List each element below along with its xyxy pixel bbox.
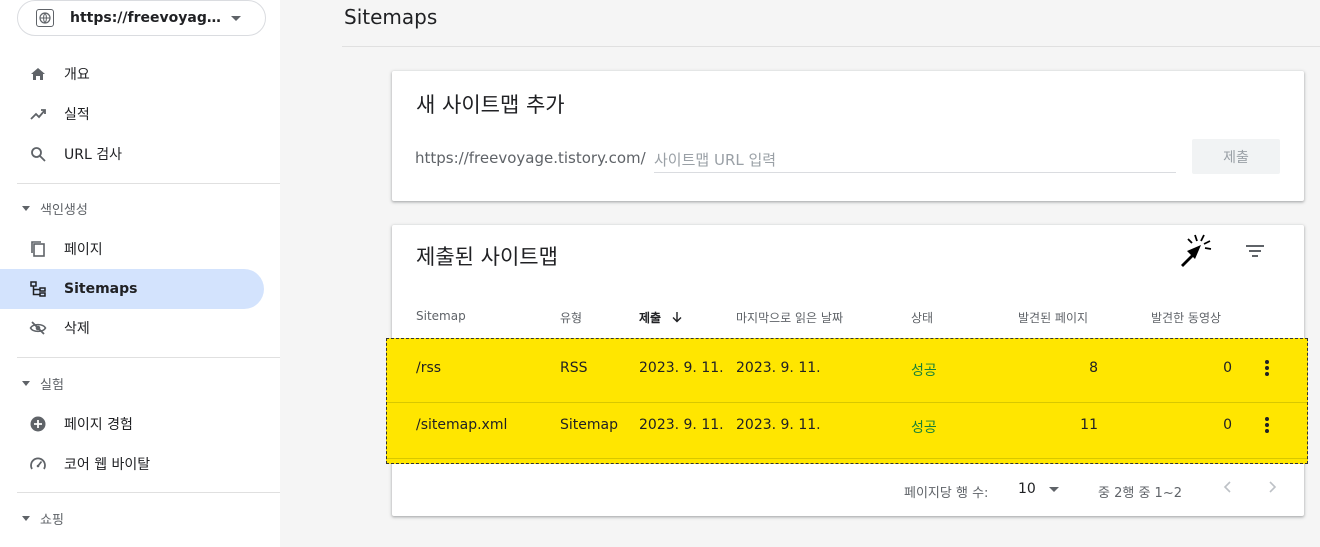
property-url: https://freevoyage.t... <box>70 10 221 26</box>
search-icon <box>28 144 48 164</box>
cell-type: Sitemap <box>560 417 618 433</box>
chevron-down-icon <box>231 15 241 21</box>
cell-videos: 0 <box>1223 417 1232 433</box>
cell-last-read: 2023. 9. 11. <box>736 417 821 433</box>
cell-status: 성공 <box>911 363 937 379</box>
speedometer-icon <box>28 454 48 474</box>
nav-overview-label: 개요 <box>64 67 90 83</box>
col-discovered-videos[interactable]: 발견한 동영상 <box>1151 309 1221 326</box>
cell-submitted: 2023. 9. 11. <box>639 360 724 376</box>
cell-videos: 0 <box>1223 360 1232 376</box>
col-discovered-pages[interactable]: 발견된 페이지 <box>1018 309 1088 326</box>
add-sitemap-card: 새 사이트맵 추가 https://freevoyage.tistory.com… <box>392 71 1304 201</box>
sidebar: https://freevoyage.t... 개요 실적 URL 검사 색인생… <box>0 0 280 547</box>
cursor-click-icon <box>1181 234 1212 267</box>
chevron-down-icon[interactable] <box>1049 487 1059 492</box>
add-sitemap-title: 새 사이트맵 추가 <box>416 93 565 117</box>
col-type[interactable]: 유형 <box>560 309 582 326</box>
divider <box>17 492 280 493</box>
cell-type: RSS <box>560 360 588 376</box>
arrow-down-icon <box>672 312 682 323</box>
nav-removals[interactable]: 삭제 <box>0 308 264 348</box>
sitemap-url-input[interactable] <box>654 147 1176 173</box>
section-experience-label: 실험 <box>40 377 64 393</box>
col-submitted[interactable]: 제출 <box>639 309 683 326</box>
more-vert-icon[interactable] <box>1264 416 1270 434</box>
nav-pages-label: 페이지 <box>64 242 103 258</box>
nav-sitemaps-label: Sitemaps <box>64 281 138 297</box>
submit-button[interactable]: 제출 <box>1192 139 1280 174</box>
nav-performance-label: 실적 <box>64 107 90 123</box>
row-divider <box>387 458 1307 459</box>
rows-per-page-value[interactable]: 10 <box>1018 481 1036 497</box>
cell-submitted: 2023. 9. 11. <box>639 417 724 433</box>
nav-sitemaps[interactable]: Sitemaps <box>0 269 264 309</box>
cell-pages: 11 <box>1080 417 1098 433</box>
nav-performance[interactable]: 실적 <box>0 94 264 134</box>
page-title: Sitemaps <box>344 5 438 29</box>
cell-sitemap[interactable]: /sitemap.xml <box>416 417 507 433</box>
pagination-range: 중 2행 중 1~2 <box>1098 486 1182 501</box>
collapse-triangle-icon <box>22 515 30 521</box>
cell-last-read: 2023. 9. 11. <box>736 360 821 376</box>
section-shopping-label: 쇼핑 <box>40 512 64 528</box>
nav-overview[interactable]: 개요 <box>0 54 264 94</box>
more-vert-icon[interactable] <box>1264 359 1270 377</box>
filter-icon[interactable] <box>1244 242 1266 260</box>
pages-icon <box>28 239 48 259</box>
col-sitemap[interactable]: Sitemap <box>416 309 466 323</box>
next-page-icon[interactable] <box>1262 477 1282 497</box>
property-selector[interactable]: https://freevoyage.t... <box>17 0 266 36</box>
section-shopping[interactable]: 쇼핑 <box>0 503 264 533</box>
col-last-read[interactable]: 마지막으로 읽은 날짜 <box>736 309 843 326</box>
nav-url-inspection-label: URL 검사 <box>64 147 122 163</box>
submitted-sitemaps-title: 제출된 사이트맵 <box>416 245 558 269</box>
nav-url-inspection[interactable]: URL 검사 <box>0 134 264 174</box>
nav-core-web-vitals-label: 코어 웹 바이탈 <box>64 457 151 473</box>
nav-core-web-vitals[interactable]: 코어 웹 바이탈 <box>0 444 264 484</box>
highlight-box <box>386 338 1308 464</box>
section-experience[interactable]: 실험 <box>0 368 264 398</box>
add-circle-icon <box>28 414 48 434</box>
col-submitted-label: 제출 <box>639 311 662 325</box>
collapse-triangle-icon <box>22 205 30 211</box>
nav-page-experience[interactable]: 페이지 경험 <box>0 404 264 444</box>
trending-up-icon <box>28 104 48 124</box>
section-indexing[interactable]: 색인생성 <box>0 193 264 223</box>
eye-off-icon <box>28 318 48 338</box>
collapse-triangle-icon <box>22 380 30 386</box>
cell-status: 성공 <box>911 420 937 436</box>
cell-pages: 8 <box>1089 360 1098 376</box>
prev-page-icon[interactable] <box>1218 477 1238 497</box>
nav-page-experience-label: 페이지 경험 <box>64 417 133 433</box>
nav-removals-label: 삭제 <box>64 321 90 337</box>
globe-icon <box>36 9 54 27</box>
divider <box>17 357 280 358</box>
nav-pages[interactable]: 페이지 <box>0 229 264 269</box>
sitemap-icon <box>28 279 48 299</box>
rows-per-page-label: 페이지당 행 수: <box>904 486 989 501</box>
cell-sitemap[interactable]: /rss <box>416 360 441 376</box>
home-icon <box>28 64 48 84</box>
col-status[interactable]: 상태 <box>911 309 933 326</box>
divider <box>342 46 1320 47</box>
sitemap-url-prefix: https://freevoyage.tistory.com/ <box>415 149 646 167</box>
divider <box>17 183 280 184</box>
section-indexing-label: 색인생성 <box>40 202 88 218</box>
row-divider <box>387 402 1307 403</box>
